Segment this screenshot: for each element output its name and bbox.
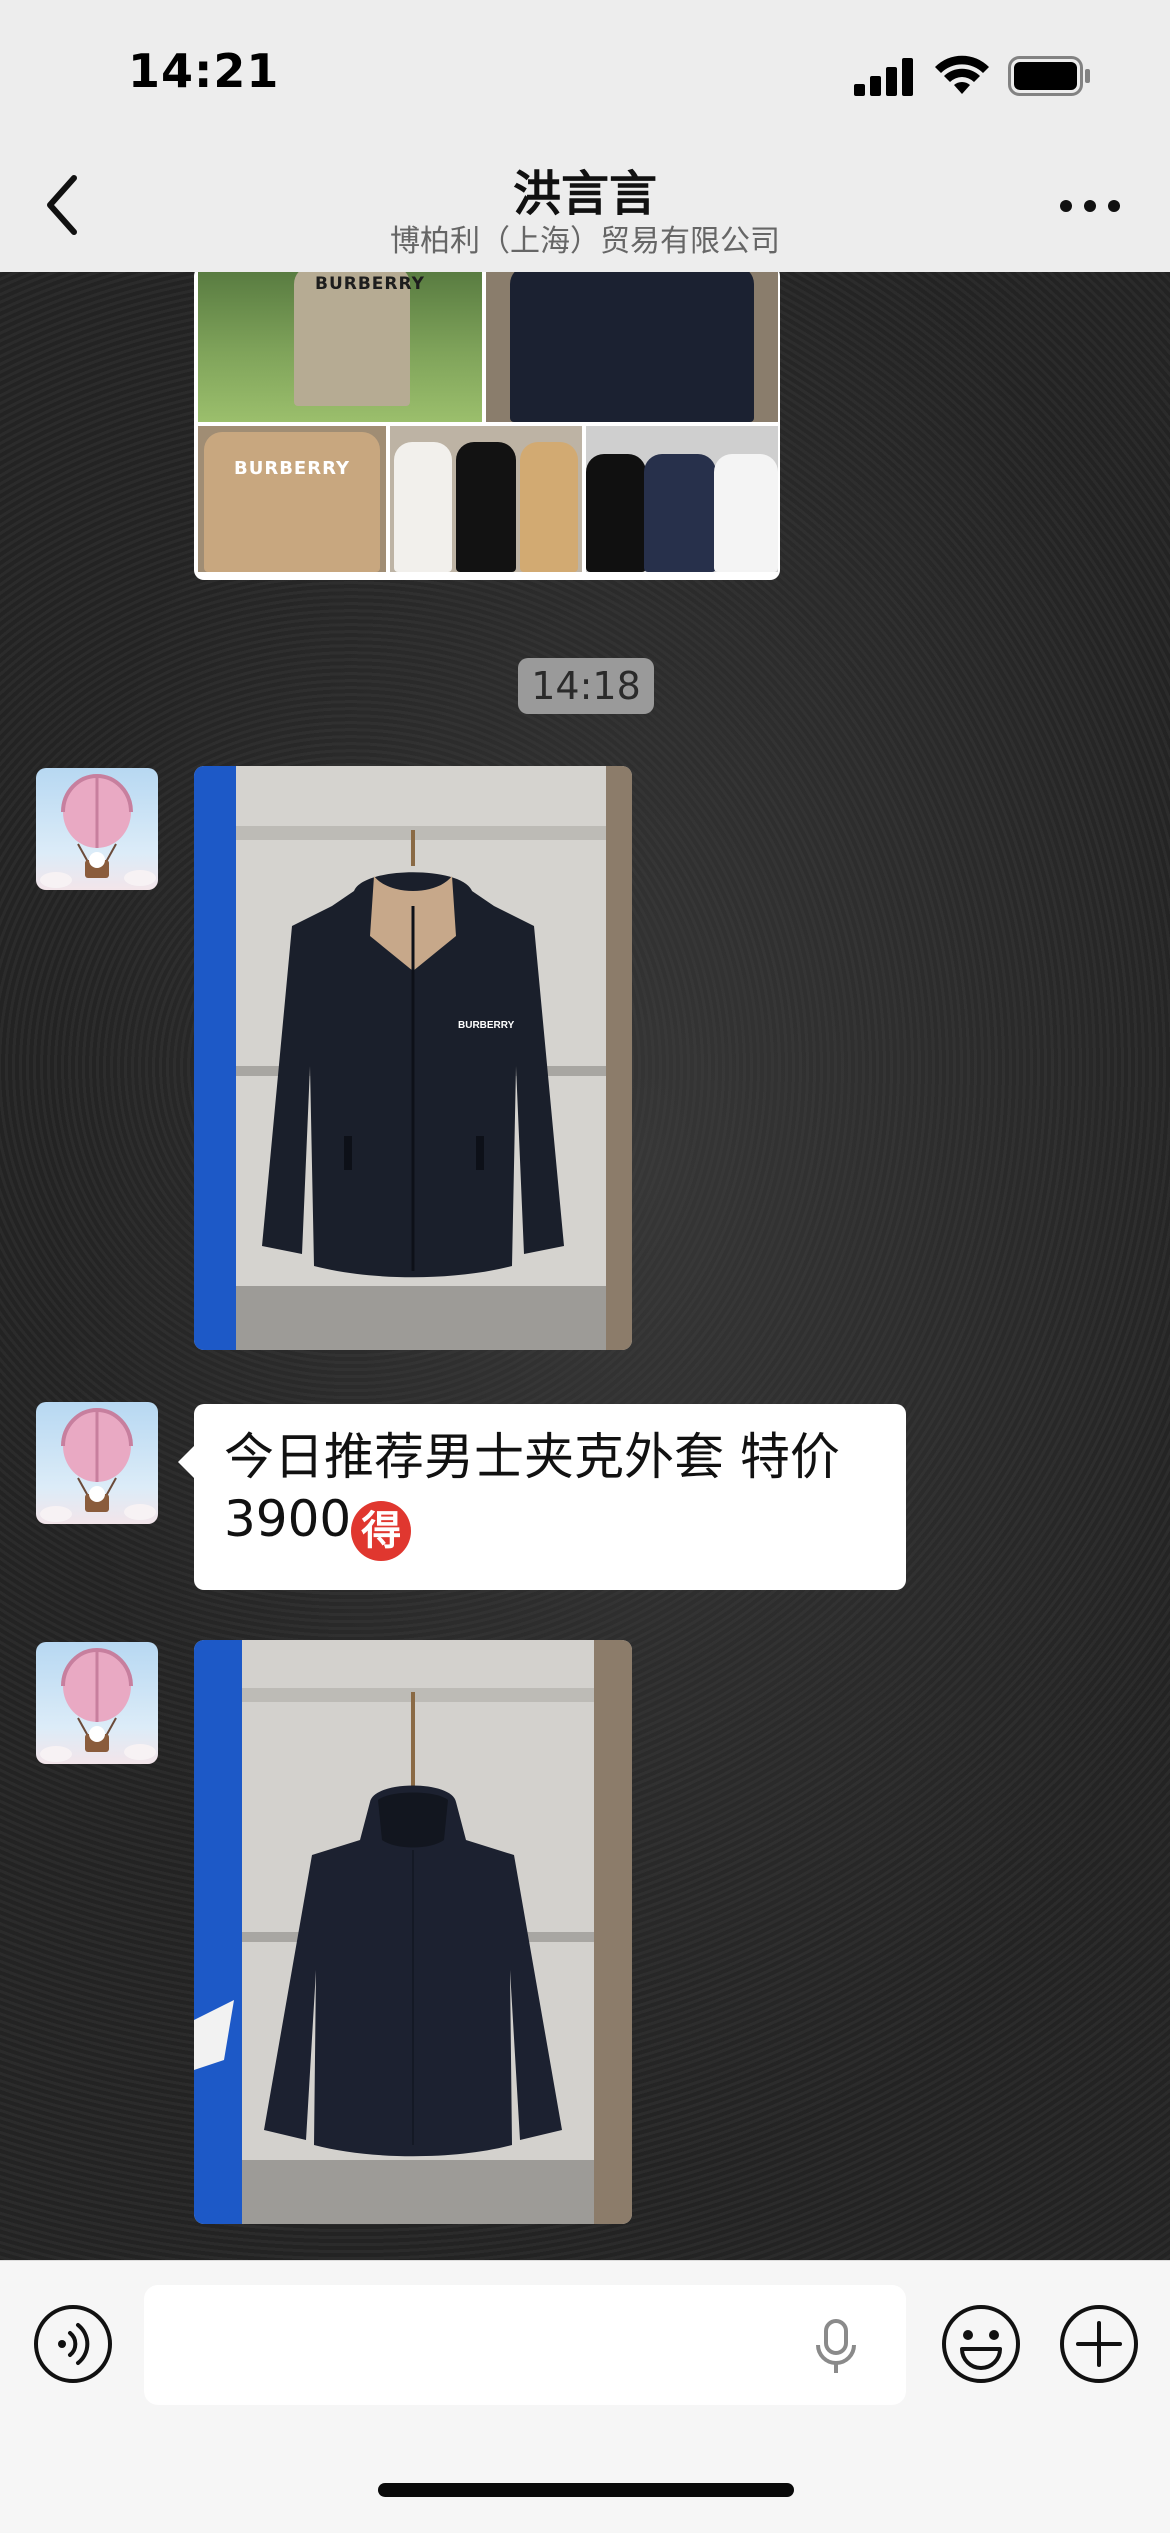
status-time: 14:21 xyxy=(128,44,280,98)
text-message-content: 今日推荐男士夹克外套 特价3900 xyxy=(224,1428,840,1548)
chat-message-list[interactable]: BURBERRY BURBERRY 14:18 BURBERRY 今日推荐男士夹… xyxy=(0,272,1170,2260)
de-emoji-icon: 得 xyxy=(351,1501,412,1561)
balloon-avatar-icon xyxy=(40,1408,156,1522)
balloon-avatar-icon xyxy=(40,774,156,888)
plus-icon[interactable] xyxy=(1058,2303,1140,2385)
battery-icon xyxy=(1008,56,1090,96)
jacket-front-image[interactable]: BURBERRY xyxy=(194,766,632,1350)
photo-grid-image[interactable]: BURBERRY xyxy=(198,426,386,572)
more-dots-icon[interactable] xyxy=(1050,188,1130,224)
chat-subtitle: 博柏利（上海）贸易有限公司 xyxy=(390,224,780,259)
microphone-icon[interactable] xyxy=(814,2319,858,2375)
wifi-icon xyxy=(935,55,989,94)
voice-toggle-icon[interactable] xyxy=(32,2303,114,2385)
emoji-icon[interactable] xyxy=(940,2303,1022,2385)
chat-title: 洪言言 xyxy=(512,166,657,222)
jacket-back-image[interactable] xyxy=(194,1640,632,2224)
chat-header: 14:21 洪言言 博柏利（上海）贸易有限公司 xyxy=(0,0,1170,272)
message-timestamp: 14:18 xyxy=(518,658,654,714)
avatar[interactable] xyxy=(36,1402,158,1524)
text-message-bubble[interactable]: 今日推荐男士夹克外套 特价3900 得 xyxy=(178,1404,906,1590)
message-input[interactable] xyxy=(144,2285,906,2405)
avatar[interactable] xyxy=(36,768,158,890)
chat-input-bar xyxy=(0,2260,1170,2533)
jacket-brand-label: BURBERRY xyxy=(458,1020,515,1031)
photo-grid-image[interactable] xyxy=(586,426,778,572)
photo-grid-image[interactable] xyxy=(486,272,778,422)
balloon-avatar-icon xyxy=(40,1648,156,1762)
photo-grid-image[interactable]: BURBERRY xyxy=(198,272,482,422)
avatar[interactable] xyxy=(36,1642,158,1764)
photo-grid-message[interactable]: BURBERRY BURBERRY xyxy=(194,272,780,580)
home-indicator xyxy=(378,2483,794,2497)
photo-grid-image[interactable] xyxy=(390,426,582,572)
signal-icon xyxy=(854,58,913,96)
